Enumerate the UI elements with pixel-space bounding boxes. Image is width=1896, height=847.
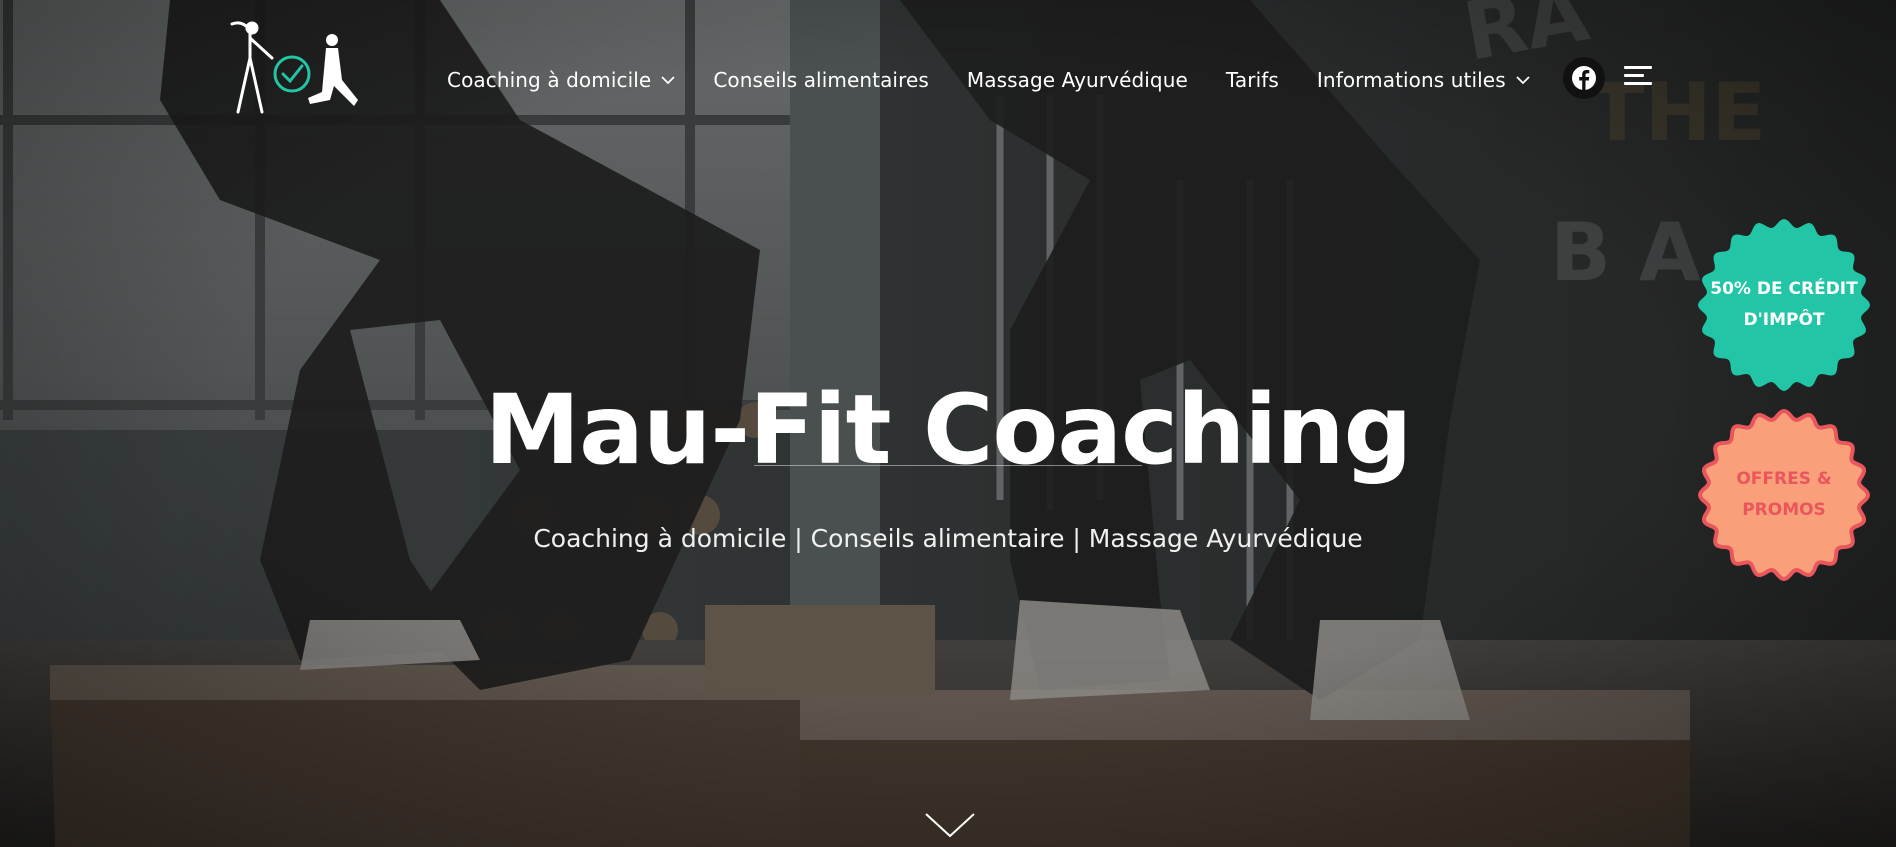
facebook-icon (1572, 66, 1596, 90)
site-logo[interactable] (220, 18, 362, 114)
nav-item-label: Massage Ayurvédique (966, 68, 1188, 92)
title-divider (754, 465, 1142, 466)
nav-item-label: Conseils alimentaires (713, 68, 929, 92)
tax-credit-badge[interactable]: 50% DE CRÉDIT D'IMPÔT (1694, 215, 1874, 395)
badge-line-1: OFFRES & (1736, 469, 1832, 490)
facebook-link[interactable] (1563, 57, 1605, 99)
badge-text: OFFRES & PROMOS (1694, 405, 1874, 585)
nav-item-coaching-domicile[interactable]: Coaching à domicile (447, 68, 675, 92)
menu-icon[interactable] (1624, 64, 1652, 88)
nav-item-massage-ayurvedique[interactable]: Massage Ayurvédique (967, 68, 1188, 92)
page-title: Mau-Fit Coaching (484, 374, 1413, 487)
chevron-down-icon[interactable] (661, 75, 675, 85)
nav-item-label: Coaching à domicile (447, 68, 652, 92)
nav-item-label: Tarifs (1225, 68, 1279, 92)
badge-line-2: PROMOS (1742, 500, 1826, 520)
offers-promos-badge[interactable]: OFFRES & PROMOS (1694, 405, 1874, 585)
hero-section: RA B A THE (0, 0, 1896, 847)
main-navigation: Coaching à domicile Conseils alimentaire… (447, 60, 1568, 100)
nav-item-informations-utiles[interactable]: Informations utiles (1317, 68, 1530, 92)
scroll-down-chevron-icon[interactable] (924, 812, 976, 840)
badge-line-1: 50% DE CRÉDIT (1710, 279, 1858, 300)
nav-item-label: Informations utiles (1316, 68, 1506, 92)
badge-text: 50% DE CRÉDIT D'IMPÔT (1694, 215, 1874, 395)
nav-item-conseils-alimentaires[interactable]: Conseils alimentaires (713, 68, 929, 92)
nav-item-tarifs[interactable]: Tarifs (1226, 68, 1279, 92)
hero-subtitle: Coaching à domicile | Conseils alimentai… (533, 524, 1363, 553)
badge-line-2: D'IMPÔT (1743, 310, 1825, 330)
chevron-down-icon[interactable] (1516, 75, 1530, 85)
